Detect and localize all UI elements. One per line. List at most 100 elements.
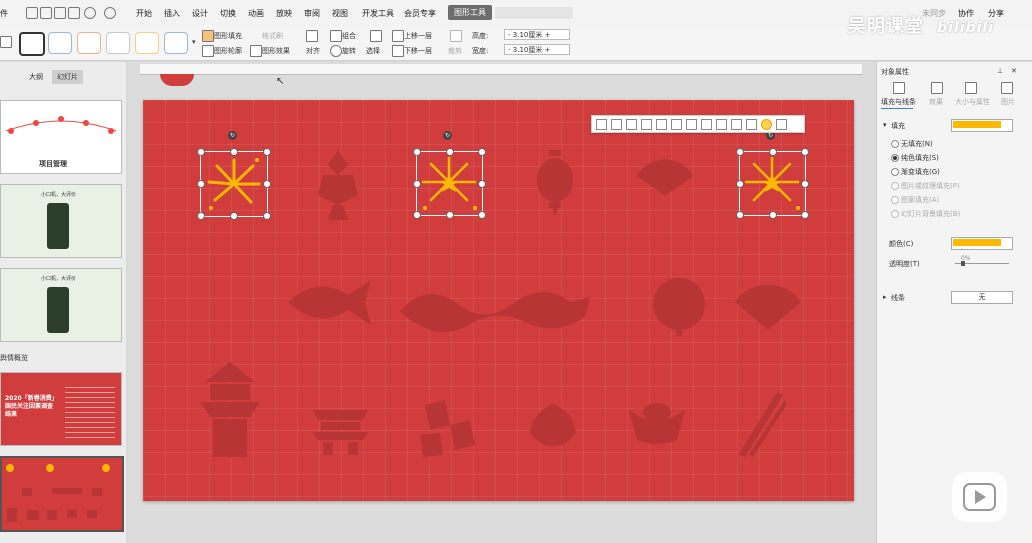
- resize-handle[interactable]: [478, 179, 486, 188]
- preview-icon[interactable]: [68, 7, 80, 19]
- tab-view[interactable]: 视图: [332, 8, 348, 19]
- radio-background-fill[interactable]: [891, 210, 899, 218]
- transparency-slider-thumb[interactable]: [961, 261, 965, 266]
- align-top-icon[interactable]: [641, 119, 652, 130]
- radio-no-fill[interactable]: [891, 140, 899, 148]
- lantern-icon[interactable]: [535, 150, 575, 215]
- distribute-horizontal-icon[interactable]: [686, 119, 697, 130]
- redo-icon[interactable]: [104, 7, 116, 19]
- tab-design[interactable]: 设计: [192, 8, 208, 19]
- style-swatch-1[interactable]: [19, 32, 45, 56]
- fish-icon[interactable]: [283, 275, 373, 330]
- search-box[interactable]: [495, 7, 573, 19]
- align-center-icon[interactable]: [611, 119, 622, 130]
- tab-review[interactable]: 审阅: [304, 8, 320, 19]
- tab-slides[interactable]: 幻灯片: [52, 70, 83, 84]
- dumpling-icon[interactable]: [528, 402, 578, 447]
- tab-fill-line[interactable]: 填充与线条: [881, 97, 916, 107]
- resize-handle[interactable]: [768, 211, 777, 219]
- dragon-icon[interactable]: [395, 282, 595, 342]
- gold-ingot-icon[interactable]: [627, 400, 687, 448]
- tab-slideshow[interactable]: 放映: [276, 8, 292, 19]
- layer-icon[interactable]: [746, 119, 757, 130]
- align-middle-icon[interactable]: [656, 119, 667, 130]
- resize-handle[interactable]: [197, 148, 205, 156]
- rotate-handle-icon[interactable]: ↻: [443, 131, 452, 140]
- group-icon[interactable]: [731, 119, 742, 130]
- option-pattern-fill[interactable]: 图案填充(A): [901, 195, 939, 205]
- folding-fan-icon[interactable]: [733, 282, 803, 332]
- line-section-toggle[interactable]: ▸: [883, 293, 887, 301]
- resize-handle[interactable]: [263, 212, 271, 220]
- firework-shape-1[interactable]: [200, 151, 268, 217]
- tab-animation[interactable]: 动画: [248, 8, 264, 19]
- align-bottom-icon[interactable]: [671, 119, 682, 130]
- play-button-icon[interactable]: [952, 472, 1007, 522]
- resize-handle[interactable]: [197, 180, 205, 188]
- style-swatch-5[interactable]: [135, 32, 159, 54]
- resize-handle[interactable]: [736, 148, 744, 156]
- option-no-fill[interactable]: 无填充(N): [901, 139, 933, 149]
- rotate-button[interactable]: 旋转: [342, 46, 356, 56]
- slide-canvas[interactable]: [143, 100, 854, 501]
- resize-handle[interactable]: [263, 148, 271, 156]
- close-icon[interactable]: ✕: [1011, 67, 1017, 75]
- resize-handle[interactable]: [768, 148, 777, 156]
- chopsticks-icon[interactable]: [737, 392, 787, 457]
- tip-bulb-icon[interactable]: [761, 119, 772, 130]
- resize-handle[interactable]: [445, 148, 454, 156]
- slide-thumb-project[interactable]: 项目管理: [0, 100, 122, 174]
- firework-shape-3[interactable]: [739, 151, 806, 216]
- color-dropdown[interactable]: [951, 237, 1013, 250]
- horizontal-ruler[interactable]: [140, 64, 862, 75]
- gate-icon[interactable]: [313, 400, 368, 455]
- tab-home[interactable]: 开始: [136, 8, 152, 19]
- section-marker[interactable]: 舆情概览: [0, 353, 28, 363]
- resize-handle[interactable]: [801, 148, 809, 156]
- resize-handle[interactable]: [736, 211, 744, 219]
- height-input[interactable]: - 3.10厘米 +: [504, 29, 570, 40]
- resize-handle[interactable]: [197, 212, 205, 220]
- width-input[interactable]: - 3.10厘米 +: [504, 44, 570, 55]
- tab-outline[interactable]: 大纲: [24, 70, 48, 84]
- distribute-vertical-icon[interactable]: [701, 119, 712, 130]
- tab-member[interactable]: 会员专享: [404, 8, 436, 19]
- fill-color-dropdown[interactable]: [951, 119, 1013, 132]
- send-backward-button[interactable]: 下移一层: [404, 46, 432, 56]
- align-right-icon[interactable]: [626, 119, 637, 130]
- crop-button[interactable]: 裁剪: [448, 46, 462, 56]
- align-button[interactable]: 对齐: [306, 46, 320, 56]
- style-swatch-3[interactable]: [77, 32, 101, 54]
- line-dropdown[interactable]: 无: [951, 291, 1013, 304]
- group-button[interactable]: 组合: [342, 31, 356, 41]
- resize-handle[interactable]: [478, 211, 486, 219]
- rotate-handle-icon[interactable]: ↻: [228, 131, 237, 140]
- slide-thumb-phone-2[interactable]: 小口机，大评价: [0, 268, 122, 342]
- shape-tool-icon[interactable]: [0, 36, 12, 48]
- style-swatch-6[interactable]: [164, 32, 188, 54]
- resize-handle[interactable]: [413, 179, 421, 188]
- shape-outline-button[interactable]: 图形轮廓: [214, 46, 242, 56]
- option-gradient-fill[interactable]: 渐变填充(G): [901, 167, 940, 177]
- resize-handle[interactable]: [736, 179, 744, 188]
- export-icon[interactable]: [40, 7, 52, 19]
- option-background-fill[interactable]: 幻灯片背景填充(B): [901, 209, 960, 219]
- shape-fill-button[interactable]: 图形填充: [214, 31, 242, 41]
- knot-icon[interactable]: [313, 150, 363, 220]
- slide-thumb-current[interactable]: [0, 456, 124, 532]
- fan-icon[interactable]: [635, 158, 695, 198]
- radio-pattern-fill[interactable]: [891, 196, 899, 204]
- format-painter-button[interactable]: 格式刷: [262, 31, 283, 41]
- file-menu[interactable]: 件: [0, 8, 8, 19]
- tab-size-properties[interactable]: 大小与属性: [955, 97, 990, 107]
- tab-picture[interactable]: 图片: [1001, 97, 1015, 107]
- resize-handle[interactable]: [230, 148, 238, 156]
- shape-effect-button[interactable]: 图形效果: [262, 46, 290, 56]
- bring-forward-button[interactable]: 上移一层: [404, 31, 432, 41]
- resize-handle[interactable]: [413, 148, 421, 156]
- more-options-icon[interactable]: [776, 119, 787, 130]
- slide-thumb-phone-1[interactable]: 小口机，大评价: [0, 184, 122, 258]
- align-left-icon[interactable]: [596, 119, 607, 130]
- round-lantern-icon[interactable]: [651, 276, 707, 336]
- resize-handle[interactable]: [413, 211, 421, 219]
